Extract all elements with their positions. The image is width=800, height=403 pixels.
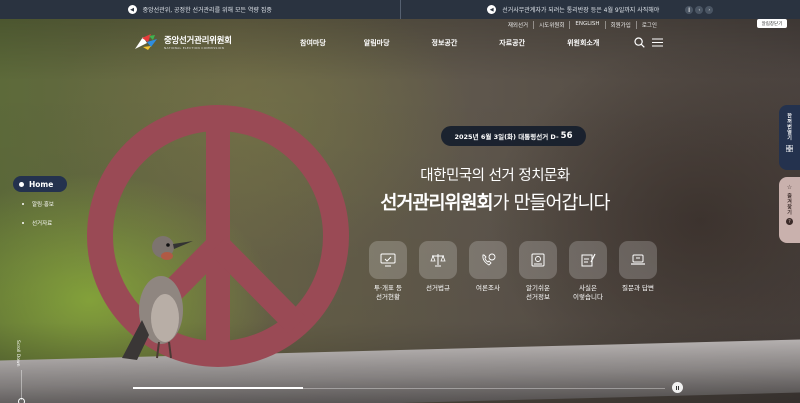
favorites-tab[interactable]: ☆ 즐겨찾기 ? [779,177,800,243]
quick-menu-item[interactable]: 여론조사 [469,241,507,302]
side-nav-item-materials[interactable]: 선거자료 [22,219,52,227]
quick-menu-label: 질문과 답변 [622,284,654,292]
scroll-down-label[interactable]: Scroll Down [15,340,20,367]
quick-menu-label: 선거법규 [426,284,450,292]
pause-icon[interactable]: ‹ [695,5,704,14]
laptop-qa-icon [619,241,657,279]
notice-text: 중앙선관위, 공정한 선거관리를 위해 모든 역량 집중 [142,7,272,14]
nav-item-participation[interactable]: 참여마당 [300,38,326,48]
scroll-line [21,370,22,400]
slide-progress-fill [133,387,304,389]
quick-menu: 투·개표 등 선거현황 선거법규 여론조사 알기쉬운 선거정보 사실은 이렇습니… [369,241,657,302]
dday-text: 2025년 6월 3일(화) 대통령선거 D- [454,133,559,141]
util-link-signup[interactable]: 회원가입 [604,21,636,29]
util-link-login[interactable]: 로그인 [635,21,662,29]
megaphone-icon: ◀ [127,5,137,14]
home-dot-icon [19,181,24,187]
notice-item[interactable]: ◀ 선거사무관계자가 되려는 통리반장 등은 4월 9일까지 사직해야 ‖ ‹ … [399,0,800,19]
prev-icon[interactable]: ‖ [685,5,694,14]
quick-menu-label: 사실은 이렇습니다 [573,284,603,301]
hero-line1: 대한민국의 선거 정치문화 [420,168,570,184]
scales-icon [419,241,457,279]
notice-controls: ‖ ‹ › [685,5,714,14]
megaphone-icon: ◀ [487,5,497,14]
quick-menu-label: 여론조사 [476,284,500,292]
favorites-label: 즐겨찾기 [786,193,792,215]
monitor-vote-icon [369,241,407,279]
hero-line2-bold: 선거관리위원회 [380,193,493,214]
notice-text: 선거사무관계자가 되려는 통리반장 등은 4월 9일까지 사직해야 [502,7,660,14]
fact-check-icon [569,241,607,279]
side-nav-home[interactable]: Home [13,176,67,192]
hamburger-menu-icon[interactable] [652,38,663,47]
open-all-tab[interactable]: 한꺼번열기 [779,105,800,170]
nav-item-about[interactable]: 위원회소개 [567,38,599,48]
notice-bar: ◀ 중앙선관위, 공정한 선거관리를 위해 모든 역량 집중 ◀ 선거사무관계자… [0,0,800,19]
pause-bar [678,385,680,390]
close-notice-button[interactable]: 알림창닫기 [757,19,787,28]
quick-menu-item[interactable]: 투·개표 등 선거현황 [369,241,407,302]
dday-badge: 2025년 6월 3일(화) 대통령선거 D- 56 [441,126,586,146]
quick-menu-item[interactable]: 선거법규 [419,241,457,302]
next-icon[interactable]: › [705,5,714,14]
quick-menu-label: 투·개표 등 선거현황 [373,284,403,301]
scroll-indicator-icon [18,398,25,403]
slide-pause-button[interactable] [672,382,683,393]
side-nav-label: 선거자료 [32,221,53,227]
hero-line2-rest: 가 만들어갑니다 [492,193,611,214]
side-nav-label: 알림·홍보 [32,202,54,208]
guide-book-icon [519,241,557,279]
logo-title: 중앙선거관리위원회 [164,36,232,46]
notice-item[interactable]: ◀ 중앙선관위, 공정한 선거관리를 위해 모든 역량 집중 [0,0,400,19]
util-link-regional[interactable]: 시도위원회 [533,21,569,29]
quick-menu-item[interactable]: 알기쉬운 선거정보 [519,241,557,302]
search-icon[interactable] [634,37,645,48]
util-link-overseas[interactable]: 재외선거 [503,21,533,29]
quick-menu-label: 알기쉬운 선거정보 [526,284,550,301]
dday-number: 56 [560,131,573,141]
grid-icon [786,144,793,152]
side-nav-item-promo[interactable]: 알림·홍보 [22,200,54,208]
logo-subtitle: NATIONAL ELECTION COMMISSION [164,46,225,50]
site-logo[interactable]: 중앙선거관리위원회 NATIONAL ELECTION COMMISSION [133,33,232,51]
slide-progress-track [133,387,665,389]
phone-survey-icon [469,241,507,279]
nav-item-info[interactable]: 정보공간 [432,38,458,48]
question-icon: ? [786,218,793,225]
util-links: 재외선거 시도위원회 ENGLISH 회원가입 로그인 [503,21,662,29]
quick-menu-item[interactable]: 사실은 이렇습니다 [569,241,607,302]
util-link-english[interactable]: ENGLISH [569,21,604,29]
hero-line2: 선거관리위원회가 만들어갑니다 [300,189,690,215]
main-nav: 참여마당 알림마당 정보공간 자료공간 위원회소개 [300,38,641,48]
pause-bar [675,385,677,390]
side-nav-home-label: Home [29,179,54,189]
bird-image [122,236,193,360]
nav-item-notice[interactable]: 알림마당 [364,38,390,48]
open-all-label: 한꺼번열기 [786,113,792,141]
nav-item-resources[interactable]: 자료공간 [499,38,525,48]
logo-mark-icon [135,34,157,50]
star-icon: ☆ [786,184,793,191]
quick-menu-item[interactable]: 질문과 답변 [619,241,657,302]
